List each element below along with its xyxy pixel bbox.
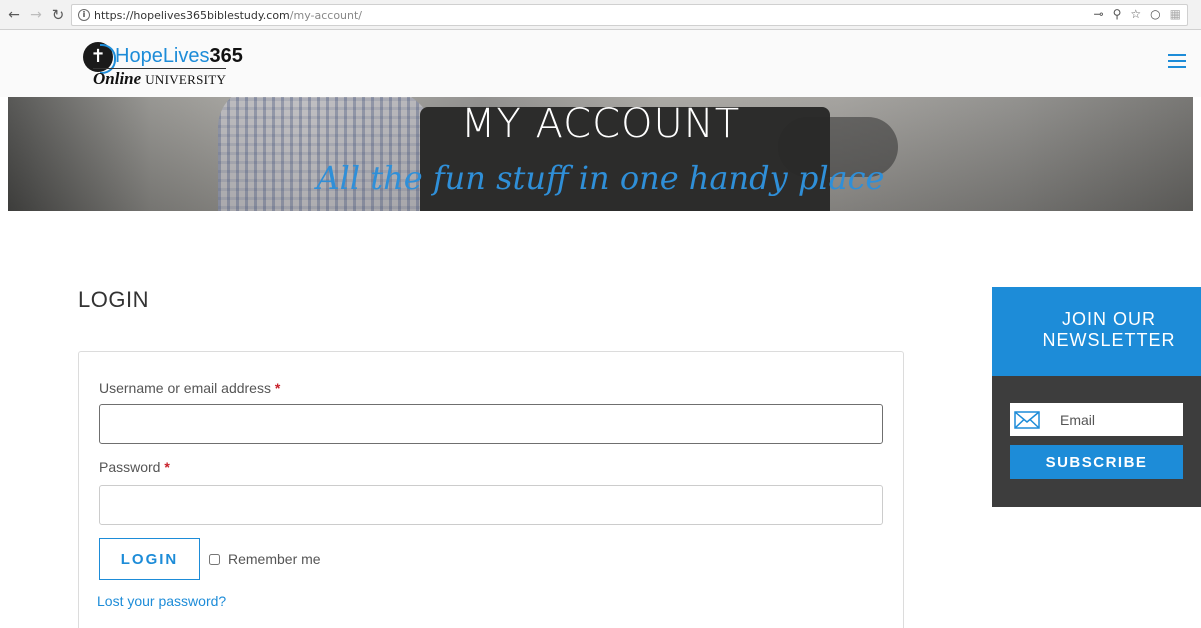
- zoom-icon[interactable]: ⚲: [1113, 7, 1122, 21]
- remember-me-checkbox[interactable]: [209, 553, 220, 565]
- lost-password-link[interactable]: Lost your password?: [97, 593, 226, 609]
- hamburger-menu-icon[interactable]: [1168, 54, 1186, 68]
- extension-icon[interactable]: ▦: [1170, 7, 1181, 21]
- address-bar-icons: ⊸ ⚲ ☆ ○ ▦: [1094, 7, 1181, 21]
- newsletter-email-input[interactable]: [1060, 411, 1180, 428]
- back-arrow-icon[interactable]: ←: [4, 5, 24, 25]
- star-icon[interactable]: ☆: [1130, 7, 1141, 21]
- site-header: ✝ HopeLives365 Online UNIVERSITY: [0, 30, 1201, 97]
- password-field[interactable]: [99, 485, 883, 525]
- key-icon[interactable]: ⊸: [1094, 7, 1104, 21]
- newsletter-email-wrapper[interactable]: [1010, 403, 1183, 436]
- logo-subtitle: Online UNIVERSITY: [93, 68, 227, 88]
- page-subtitle: All the fun stuff in one handy place: [316, 159, 885, 197]
- browser-toolbar: ← → ↻ i https://hopelives365biblestudy.c…: [0, 0, 1201, 30]
- hero-banner: MY ACCOUNT All the fun stuff in one hand…: [8, 97, 1193, 211]
- remember-me[interactable]: Remember me: [209, 551, 321, 567]
- info-icon[interactable]: i: [78, 9, 90, 21]
- forward-arrow-icon[interactable]: →: [26, 5, 46, 25]
- remember-me-label: Remember me: [228, 551, 321, 567]
- logo-name: HopeLives365: [115, 45, 243, 67]
- url-host: https://hopelives365biblestudy.com: [94, 8, 290, 22]
- username-label: Username or email address *: [99, 380, 281, 396]
- site-logo[interactable]: ✝ HopeLives365 Online UNIVERSITY: [83, 40, 253, 90]
- newsletter-form: SUBSCRIBE: [992, 376, 1201, 507]
- password-label: Password *: [99, 459, 170, 475]
- envelope-icon: [1014, 410, 1040, 429]
- extension-icon[interactable]: ○: [1150, 7, 1160, 21]
- login-button[interactable]: LOGIN: [99, 538, 200, 580]
- username-field[interactable]: [99, 404, 883, 444]
- required-mark: *: [164, 459, 170, 475]
- newsletter-widget: JOIN OUR NEWSLETTER SUBSCRIBE: [992, 287, 1201, 507]
- address-bar[interactable]: i https://hopelives365biblestudy.com/my-…: [71, 4, 1188, 26]
- subscribe-button[interactable]: SUBSCRIBE: [1010, 445, 1183, 479]
- url-path: /my-account/: [289, 8, 363, 22]
- login-heading: LOGIN: [78, 287, 149, 312]
- required-mark: *: [274, 380, 281, 396]
- reload-icon[interactable]: ↻: [48, 5, 68, 25]
- page-title: MY ACCOUNT: [460, 101, 741, 147]
- newsletter-heading: JOIN OUR NEWSLETTER: [992, 287, 1201, 376]
- login-form: Username or email address * Password * L…: [78, 351, 904, 628]
